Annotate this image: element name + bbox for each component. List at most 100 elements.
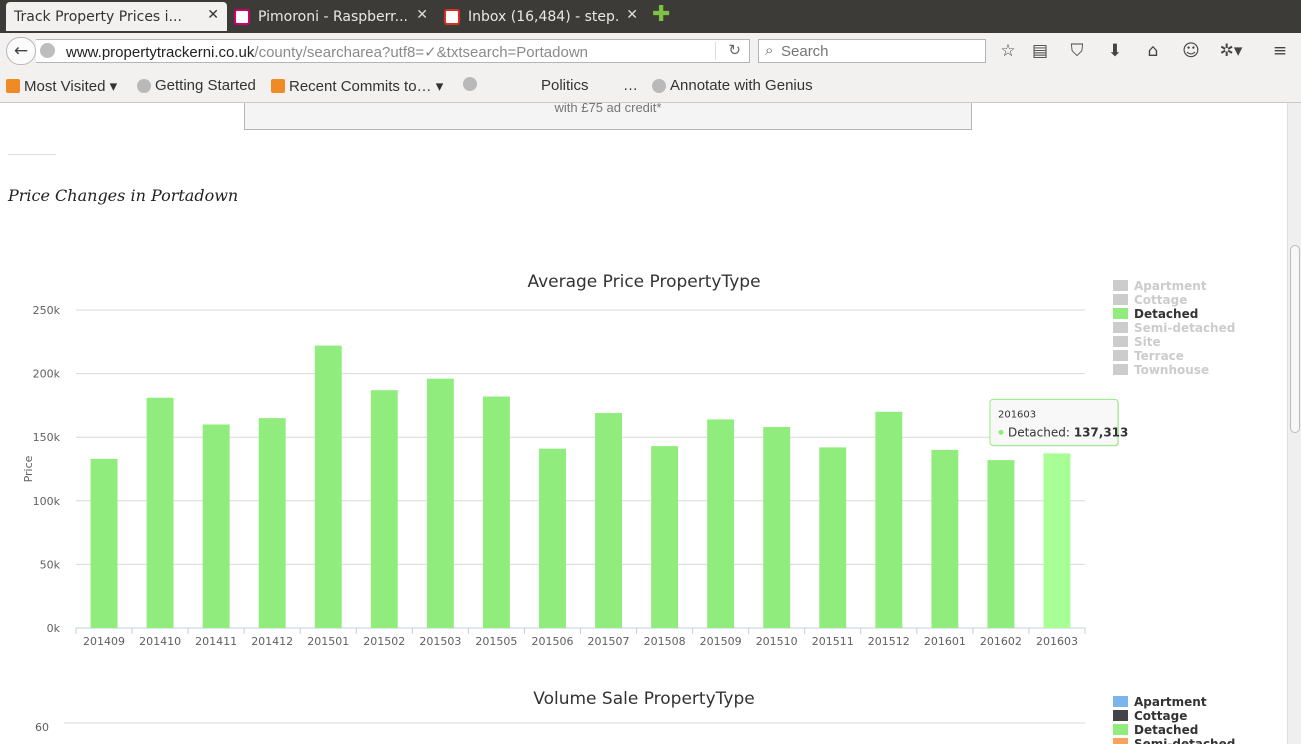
- reload-icon[interactable]: ↻: [728, 41, 741, 59]
- close-icon[interactable]: ✕: [626, 7, 638, 23]
- legend-swatch-site: [1113, 336, 1128, 347]
- bookmark-most-visited[interactable]: Most Visited ▾: [6, 77, 117, 95]
- bar-201411: [202, 424, 230, 628]
- tab-gmail[interactable]: Inbox (16,484) - step... ✕: [436, 2, 646, 31]
- x-tick-label: 201511: [812, 635, 854, 648]
- new-tab-plus-icon[interactable]: ✚: [652, 4, 670, 26]
- bar-201505: [482, 396, 510, 628]
- y-tick-label: 100k: [33, 495, 61, 508]
- bookmark-annotate-genius[interactable]: Annotate with Genius: [652, 77, 813, 94]
- x-tick-label: 201507: [588, 635, 630, 648]
- navigation-toolbar: ← www.propertytrackerni.co.uk/county/sea…: [0, 33, 1301, 69]
- average-price-chart: Average Price PropertyType 0k 50k 100k 150k 2…: [22, 272, 1235, 744]
- legend-item-detached: Detached: [1134, 307, 1198, 321]
- bookmarks-toolbar: Most Visited ▾ Getting Started Recent Co…: [0, 69, 1301, 103]
- legend-item-apartment: Apartment: [1134, 695, 1207, 709]
- x-tick-label: 201409: [83, 635, 125, 648]
- tab-strip: Track Property Prices i... ✕ Pimoroni - …: [0, 0, 1301, 33]
- search-icon: ⌕: [765, 41, 774, 59]
- tooltip-category: 201603: [998, 409, 1036, 420]
- close-icon[interactable]: ✕: [207, 7, 219, 23]
- legend-item-terrace: Terrace: [1134, 349, 1184, 363]
- y-tick-label: 200k: [33, 368, 61, 381]
- hello-chat-icon[interactable]: ☺: [1181, 41, 1201, 61]
- tooltip-series-name: Detached:: [1008, 425, 1074, 439]
- legend-item-detached: Detached: [1134, 723, 1198, 737]
- x-tick-label: 201411: [195, 635, 237, 648]
- legend-item-cottage: Cottage: [1134, 709, 1187, 723]
- tab-title: Inbox (16,484) - step...: [468, 8, 618, 25]
- addon-menu-icon[interactable]: ✲▾: [1216, 41, 1246, 61]
- pocket-icon[interactable]: ⛉: [1067, 41, 1087, 61]
- bookmark-politics[interactable]: Politics: [541, 77, 589, 94]
- x-tick-label: 201410: [139, 635, 181, 648]
- bar-201412: [258, 418, 286, 628]
- y-axis-label: Price: [22, 455, 35, 482]
- hamburger-menu-icon[interactable]: ≡: [1270, 41, 1290, 61]
- y-tick-label: 250k: [33, 304, 61, 317]
- bar-201507: [595, 413, 622, 628]
- legend-swatch-detached: [1113, 724, 1128, 735]
- bookmark-getting-started[interactable]: Getting Started: [137, 77, 256, 94]
- tooltip-series-dot: [998, 429, 1004, 435]
- search-box[interactable]: ⌕: [758, 39, 986, 63]
- gmail-favicon-icon: [444, 8, 460, 25]
- legend-swatch-terrace: [1113, 350, 1128, 361]
- y-tick-label: 0k: [47, 622, 61, 635]
- home-icon[interactable]: ⌂: [1143, 41, 1163, 61]
- x-tick-label: 201508: [644, 635, 686, 648]
- bar-201512: [875, 411, 903, 628]
- download-icon[interactable]: ⬇: [1105, 41, 1125, 61]
- tab-title: Pimoroni - Raspberr...: [258, 8, 408, 25]
- bar-201603: [1043, 453, 1071, 628]
- bar-201409: [90, 458, 118, 628]
- bar-201502: [370, 390, 398, 628]
- vertical-scrollbar[interactable]: [1287, 103, 1301, 744]
- page-content: with £75 ad credit* Price Changes in Por…: [0, 103, 1287, 744]
- x-tick-label: 201506: [531, 635, 573, 648]
- tab-property-tracker[interactable]: Track Property Prices i... ✕: [6, 2, 227, 31]
- globe-icon: [40, 43, 55, 58]
- scrollbar-thumb[interactable]: [1290, 245, 1300, 433]
- x-tick-label: 201510: [756, 635, 798, 648]
- legend-swatch-cottage: [1113, 294, 1128, 305]
- x-tick-label: 201501: [307, 635, 349, 648]
- bookmark-recent-commits[interactable]: Recent Commits to… ▾: [271, 77, 443, 95]
- url-bar[interactable]: www.propertytrackerni.co.uk/county/searc…: [36, 39, 750, 63]
- bar-201509: [707, 419, 735, 628]
- globe-icon: [137, 78, 151, 93]
- folder-icon: [6, 79, 20, 93]
- x-tick-label: 201503: [419, 635, 461, 648]
- bar-201602: [987, 460, 1015, 628]
- pimoroni-favicon-icon: [234, 8, 250, 25]
- x-tick-label: 201602: [980, 635, 1022, 648]
- y-tick-label: 150k: [33, 431, 61, 444]
- x-tick-label: 201512: [868, 635, 910, 648]
- legend-item-site: Site: [1134, 335, 1161, 349]
- back-button[interactable]: ←: [6, 37, 36, 65]
- back-arrow-icon: ←: [13, 41, 29, 61]
- globe-icon: [652, 78, 666, 93]
- x-tick-label: 201603: [1036, 635, 1078, 648]
- y-tick-label: 60: [35, 721, 49, 734]
- legend-swatch-townhouse: [1113, 364, 1128, 375]
- bookmark-overflow[interactable]: …: [623, 77, 638, 94]
- x-tick-label: 201502: [363, 635, 405, 648]
- bar-201506: [539, 448, 566, 628]
- tab-pimoroni[interactable]: Pimoroni - Raspberr... ✕: [226, 2, 436, 31]
- bar-201508: [651, 446, 679, 628]
- close-icon[interactable]: ✕: [416, 7, 428, 23]
- reading-list-icon[interactable]: ▤: [1030, 41, 1050, 61]
- legend-swatch-detached: [1113, 308, 1128, 319]
- bookmark-star-icon[interactable]: ☆: [998, 41, 1018, 61]
- x-tick-label: 201509: [700, 635, 742, 648]
- globe-icon: [463, 77, 477, 91]
- tooltip-value-number: 137,313: [1074, 425, 1129, 439]
- legend-item-semi-detached: Semi-detached: [1134, 321, 1235, 335]
- search-input[interactable]: [781, 42, 981, 60]
- bar-201510: [763, 427, 791, 628]
- legend-swatch-apartment: [1113, 696, 1128, 707]
- legend-swatch-semi-detached: [1113, 738, 1128, 744]
- bookmark-unnamed[interactable]: [463, 77, 481, 91]
- bar-201501: [314, 345, 342, 628]
